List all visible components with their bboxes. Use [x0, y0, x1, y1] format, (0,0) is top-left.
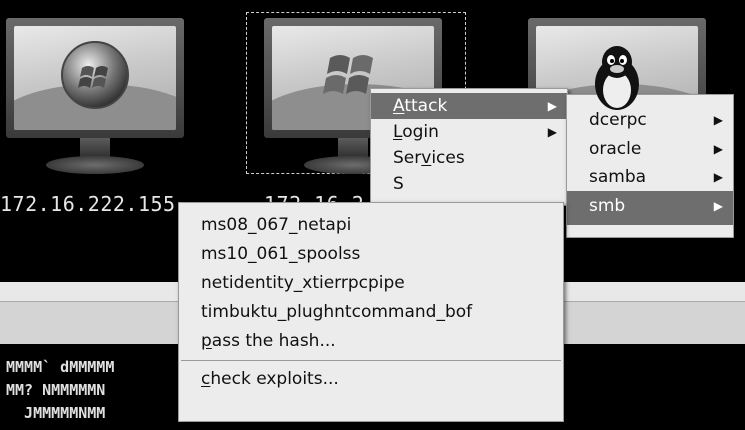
services-label-start: Ser — [393, 148, 422, 168]
services-label-mnemonic: v — [421, 148, 432, 168]
submenu-arrow-icon: ▶ — [713, 142, 723, 156]
submenu-arrow-icon: ▶ — [547, 125, 557, 139]
submenu-arrow-icon: ▶ — [713, 113, 723, 127]
attack-label-mnemonic: A — [393, 96, 405, 116]
exploit-label: timbuktu_plughntcommand_bof — [201, 302, 473, 322]
services-label-rest: ices — [431, 148, 465, 168]
menu-item-label: S — [393, 174, 404, 194]
submenu-item-label: samba — [589, 167, 647, 187]
smb-exploits-submenu: ms08_067_netapi ms10_061_spoolss netiden… — [178, 202, 564, 422]
menu-item-login[interactable]: Login ▶ — [371, 119, 567, 145]
exploit-label: netidentity_xtierrpcpipe — [201, 273, 405, 293]
pass-the-hash-rest: ass the hash... — [211, 331, 336, 351]
pass-the-hash-mnemonic: p — [201, 331, 212, 351]
menu-item-attack[interactable]: Attack ▶ — [371, 93, 567, 119]
menu-item-services[interactable]: Services — [371, 145, 567, 171]
submenu-item-oracle[interactable]: oracle ▶ — [567, 135, 733, 163]
windows-xp-logo-icon — [323, 55, 373, 94]
linux-tux-icon — [595, 46, 639, 110]
host-172-16-222-155[interactable]: 172.16.222.155 — [0, 18, 226, 218]
exploit-netidentity-xtierrpcpipe[interactable]: netidentity_xtierrpcpipe — [179, 269, 563, 298]
submenu-item-smb[interactable]: smb ▶ — [567, 191, 733, 225]
login-label-mnemonic: L — [393, 122, 403, 142]
check-exploits-mnemonic: c — [201, 369, 211, 389]
exploit-ms08-067-netapi[interactable]: ms08_067_netapi — [179, 211, 563, 240]
submenu-item-samba[interactable]: samba ▶ — [567, 163, 733, 191]
host-context-menu: Attack ▶ Login ▶ Services S — [370, 88, 568, 206]
pass-the-hash-item[interactable]: pass the hash... — [179, 327, 563, 356]
submenu-arrow-icon: ▶ — [547, 99, 557, 113]
submenu-item-label: smb — [589, 196, 626, 216]
exploit-ms10-061-spoolss[interactable]: ms10_061_spoolss — [179, 240, 563, 269]
login-label-rest: ogin — [402, 122, 439, 142]
attack-submenu: dcerpc ▶ oracle ▶ samba ▶ smb ▶ — [566, 94, 734, 238]
submenu-item-label: dcerpc — [589, 110, 647, 130]
exploit-label: ms10_061_spoolss — [201, 244, 361, 264]
exploit-label: ms08_067_netapi — [201, 215, 352, 235]
submenu-arrow-icon: ▶ — [713, 170, 723, 184]
windows-vista-orb-icon — [61, 41, 129, 109]
submenu-item-label: oracle — [589, 139, 642, 159]
menu-separator — [181, 360, 561, 361]
submenu-arrow-icon: ▶ — [713, 199, 723, 213]
check-exploits-item[interactable]: check exploits... — [179, 365, 563, 394]
exploit-timbuktu-plughntcommand-bof[interactable]: timbuktu_plughntcommand_bof — [179, 298, 563, 327]
attack-label-rest: ttack — [404, 96, 448, 116]
check-exploits-rest: heck exploits... — [210, 369, 339, 389]
menu-item-partial[interactable]: S — [371, 171, 567, 197]
